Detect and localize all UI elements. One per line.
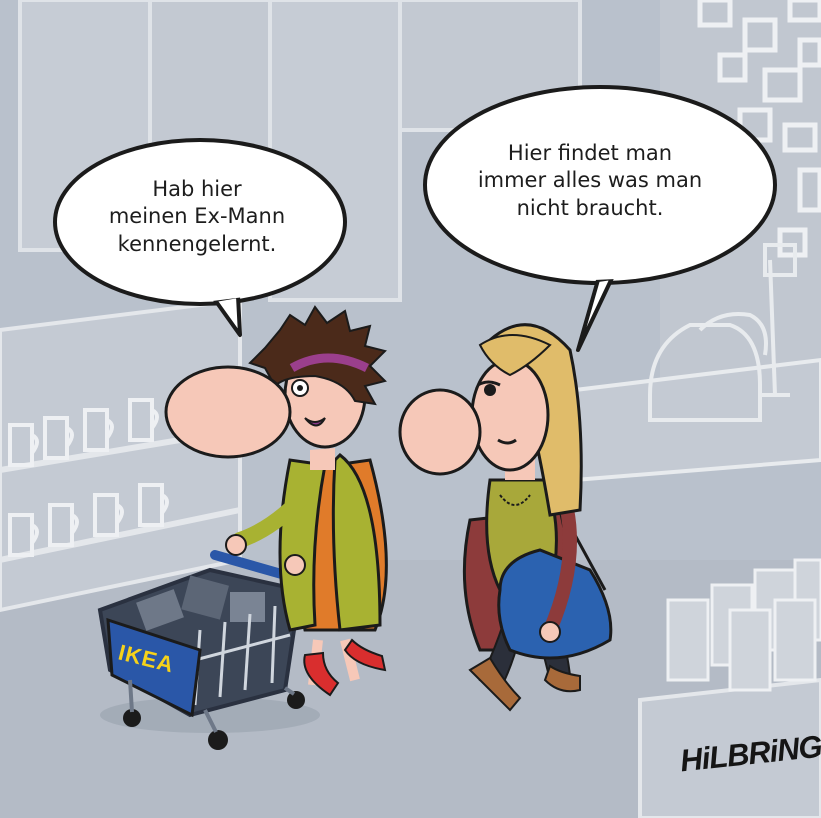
- cartoon-illustration: [0, 0, 821, 818]
- right-speech-text: Hier findet man immer alles was man nich…: [477, 141, 703, 220]
- cartoon-scene: Hab hier meinen Ex-Mann kennengelernt. H…: [0, 0, 821, 818]
- left-speech-text: Hab hier meinen Ex-Mann kennengelernt.: [108, 177, 286, 256]
